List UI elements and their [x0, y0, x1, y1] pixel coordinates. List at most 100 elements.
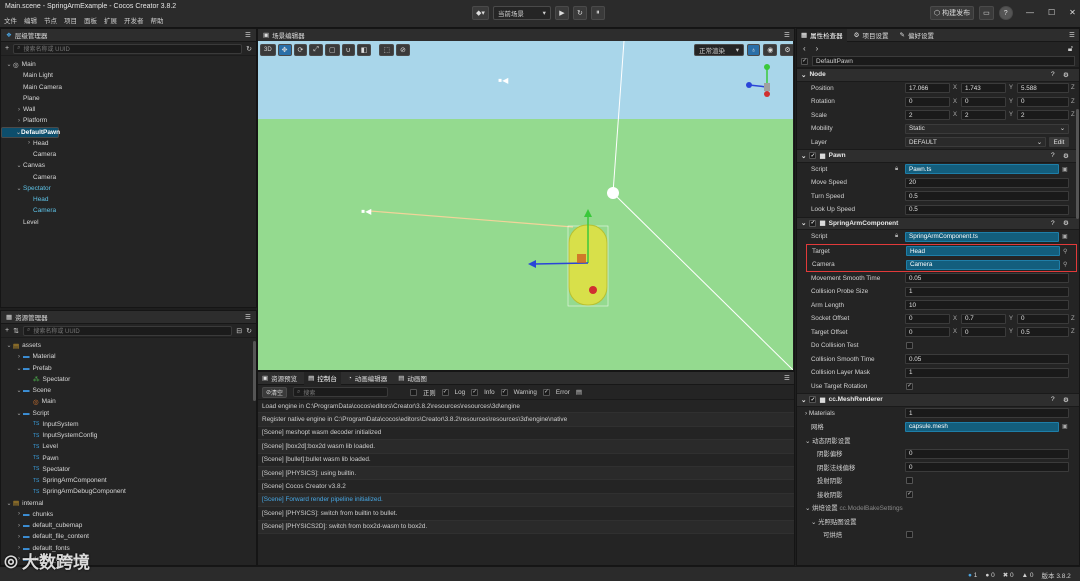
arm-length-input[interactable]: 10 [905, 300, 1069, 311]
move-speed-input[interactable]: 20 [905, 177, 1069, 188]
build-button[interactable]: ⬡ 构建发布 [930, 6, 975, 20]
springarm-script-field[interactable]: SpringArmComponent.ts [905, 231, 1059, 242]
help-icon[interactable]: ? [1051, 396, 1055, 403]
chevron-icon[interactable]: ⌄ [15, 410, 23, 417]
move-tool-icon[interactable]: ✥ [277, 44, 292, 56]
shadow-offset-input[interactable]: 0 [905, 448, 1069, 459]
hierarchy-item[interactable]: ⌄ Canvas [1, 160, 256, 171]
turn-speed-input[interactable]: 0.5 [905, 191, 1069, 202]
settings-icon[interactable]: ⚙ [1063, 396, 1069, 404]
tab-preferences[interactable]: ✎ 偏好设置 [895, 29, 937, 42]
pawn-enabled-checkbox[interactable]: ✓ [809, 152, 817, 160]
pawn-section-header[interactable]: ⌄ ✓ ▦ Pawn ? ⚙ [797, 149, 1079, 163]
menu-icon[interactable]: ☰ [784, 31, 790, 39]
back-icon[interactable]: ‹ [803, 44, 806, 53]
minimize-icon[interactable]: — [1026, 8, 1034, 17]
camera-field[interactable]: Camera [906, 259, 1060, 270]
hierarchy-item[interactable]: ⌄ DefaultPawn [1, 126, 60, 138]
help-icon[interactable]: ? [1051, 71, 1055, 78]
rotation-z-input[interactable]: 0 [1017, 96, 1069, 107]
console-line[interactable]: Register native engine in C:\ProgramData… [258, 413, 794, 427]
target-offset-y-input[interactable]: 0 [961, 327, 1006, 338]
asset-item[interactable]: TS InputSystemConfig [1, 430, 256, 441]
menu-developer[interactable]: 开发者 [124, 15, 144, 25]
tab-console[interactable]: ▤ 控制台 [304, 371, 341, 385]
asset-item[interactable]: › ▬ Material [1, 351, 256, 362]
help-icon[interactable]: ? [1051, 220, 1055, 227]
hierarchy-item[interactable]: › Wall [1, 104, 256, 115]
list-icon[interactable]: ▤ [576, 389, 582, 396]
console-line[interactable]: [Scene] Forward render pipeline initiali… [258, 493, 794, 508]
chevron-icon[interactable]: › [25, 140, 33, 146]
socket-z-input[interactable]: 0 [1017, 313, 1069, 324]
look-up-speed-input[interactable]: 0.5 [905, 204, 1069, 215]
asset-item[interactable]: TS InputSystem [1, 419, 256, 430]
hierarchy-item[interactable]: Head [1, 194, 256, 205]
use-target-rotation-checkbox[interactable]: ✓ [906, 382, 913, 390]
hierarchy-item[interactable]: › Head [1, 138, 256, 149]
collision-probe-input[interactable]: 1 [905, 286, 1069, 297]
scale-z-input[interactable]: 2 [1017, 110, 1069, 121]
error-checkbox[interactable]: ✓ [542, 388, 550, 396]
hierarchy-item[interactable]: Camera [1, 149, 256, 160]
node-name-input[interactable]: DefaultPawn [812, 56, 1075, 66]
regex-checkbox[interactable] [410, 388, 418, 396]
rotate-tool-icon[interactable]: ⟳ [293, 44, 308, 56]
refresh-icon[interactable]: ↻ [246, 327, 252, 335]
collapse-icon[interactable]: ⊟ [236, 327, 242, 335]
materials-count-input[interactable]: 1 [905, 408, 1069, 419]
info-checkbox[interactable]: ✓ [471, 388, 479, 396]
dynamic-shadow-row[interactable]: ⌄ 动态阴影设置 [797, 434, 1079, 448]
settings-icon[interactable]: ⚙ [1063, 219, 1069, 227]
asset-item[interactable]: TS SpringArmComponent [1, 475, 256, 486]
tab-project-settings[interactable]: ⚙ 项目设置 [850, 29, 893, 42]
help-icon[interactable]: ? [998, 6, 1013, 20]
scale-tool-icon[interactable]: ⤢ [309, 44, 324, 56]
forward-icon[interactable]: › [816, 44, 819, 53]
sort-icon[interactable]: ⇅ [13, 327, 19, 335]
hierarchy-item[interactable]: Camera [1, 205, 256, 216]
bakeable-checkbox[interactable] [906, 531, 913, 539]
tab-asset-preview[interactable]: ▣ 资源预览 [258, 372, 301, 385]
chevron-icon[interactable]: › [15, 354, 23, 360]
view-gizmo[interactable] [741, 61, 785, 105]
bake-settings-row[interactable]: ⌄ 烘焙设置 cc.ModelBakeSettings [797, 501, 1079, 515]
rotation-y-input[interactable]: 0 [961, 96, 1006, 107]
hierarchy-item[interactable]: Level [1, 217, 256, 228]
chevron-icon[interactable]: ⌄ [15, 185, 23, 192]
refresh-icon[interactable]: ↻ [246, 45, 252, 53]
hierarchy-item[interactable]: Main Camera [1, 82, 256, 93]
camera-settings-icon[interactable]: ◉ [763, 44, 778, 56]
menu-file[interactable]: 文件 [4, 15, 17, 25]
settings-icon[interactable]: ⚙ [1063, 71, 1069, 79]
console-search-input[interactable]: ⌕ 搜索 [293, 387, 389, 397]
scene-select[interactable]: 当前场景 ▾ [492, 6, 551, 20]
scene-viewport[interactable]: ▪◂ ▪◂ 3D ✥ ⟳ ⤢ ▢ ∪ ◧ ⬚ ⊘ 正常渲染 ▾ ♁ ◉ ⚙ [258, 41, 793, 370]
tab-inspector[interactable]: ▦ 属性检查器 [797, 28, 847, 42]
collision-mask-input[interactable]: 1 [905, 367, 1069, 378]
menu-node[interactable]: 节点 [44, 15, 57, 25]
scale-y-input[interactable]: 2 [961, 110, 1006, 121]
node-active-checkbox[interactable]: ✓ [801, 57, 808, 65]
pivot-icon[interactable]: ◧ [356, 44, 372, 56]
scrollbar[interactable] [253, 341, 256, 401]
socket-x-input[interactable]: 0 [905, 313, 950, 324]
socket-y-input[interactable]: 0.7 [961, 313, 1006, 324]
add-icon[interactable]: + [5, 327, 9, 334]
chevron-icon[interactable]: ⌄ [5, 61, 13, 68]
play-icon[interactable]: ▶ [554, 6, 569, 20]
chevron-icon[interactable]: › [15, 511, 23, 517]
refresh-icon[interactable]: ↻ [572, 6, 587, 20]
warning-status[interactable]: ● 0 [985, 572, 994, 579]
menu-icon[interactable]: ☰ [784, 374, 790, 382]
chevron-icon[interactable]: ⌄ [5, 342, 13, 349]
movement-smooth-input[interactable]: 0.05 [905, 273, 1069, 284]
tab-animation-graph[interactable]: ▤ 动画图 [394, 372, 431, 385]
target-offset-x-input[interactable]: 0 [905, 327, 950, 338]
asset-item[interactable]: ⌄ ▬ Prefab [1, 363, 256, 374]
scale-x-input[interactable]: 2 [905, 110, 950, 121]
gear-icon[interactable]: ⚙ [780, 44, 793, 56]
render-mode-select[interactable]: 正常渲染 ▾ [694, 44, 744, 56]
global-icon[interactable]: ⊘ [396, 44, 410, 56]
platform-icon[interactable]: ◆▾ [472, 6, 489, 20]
